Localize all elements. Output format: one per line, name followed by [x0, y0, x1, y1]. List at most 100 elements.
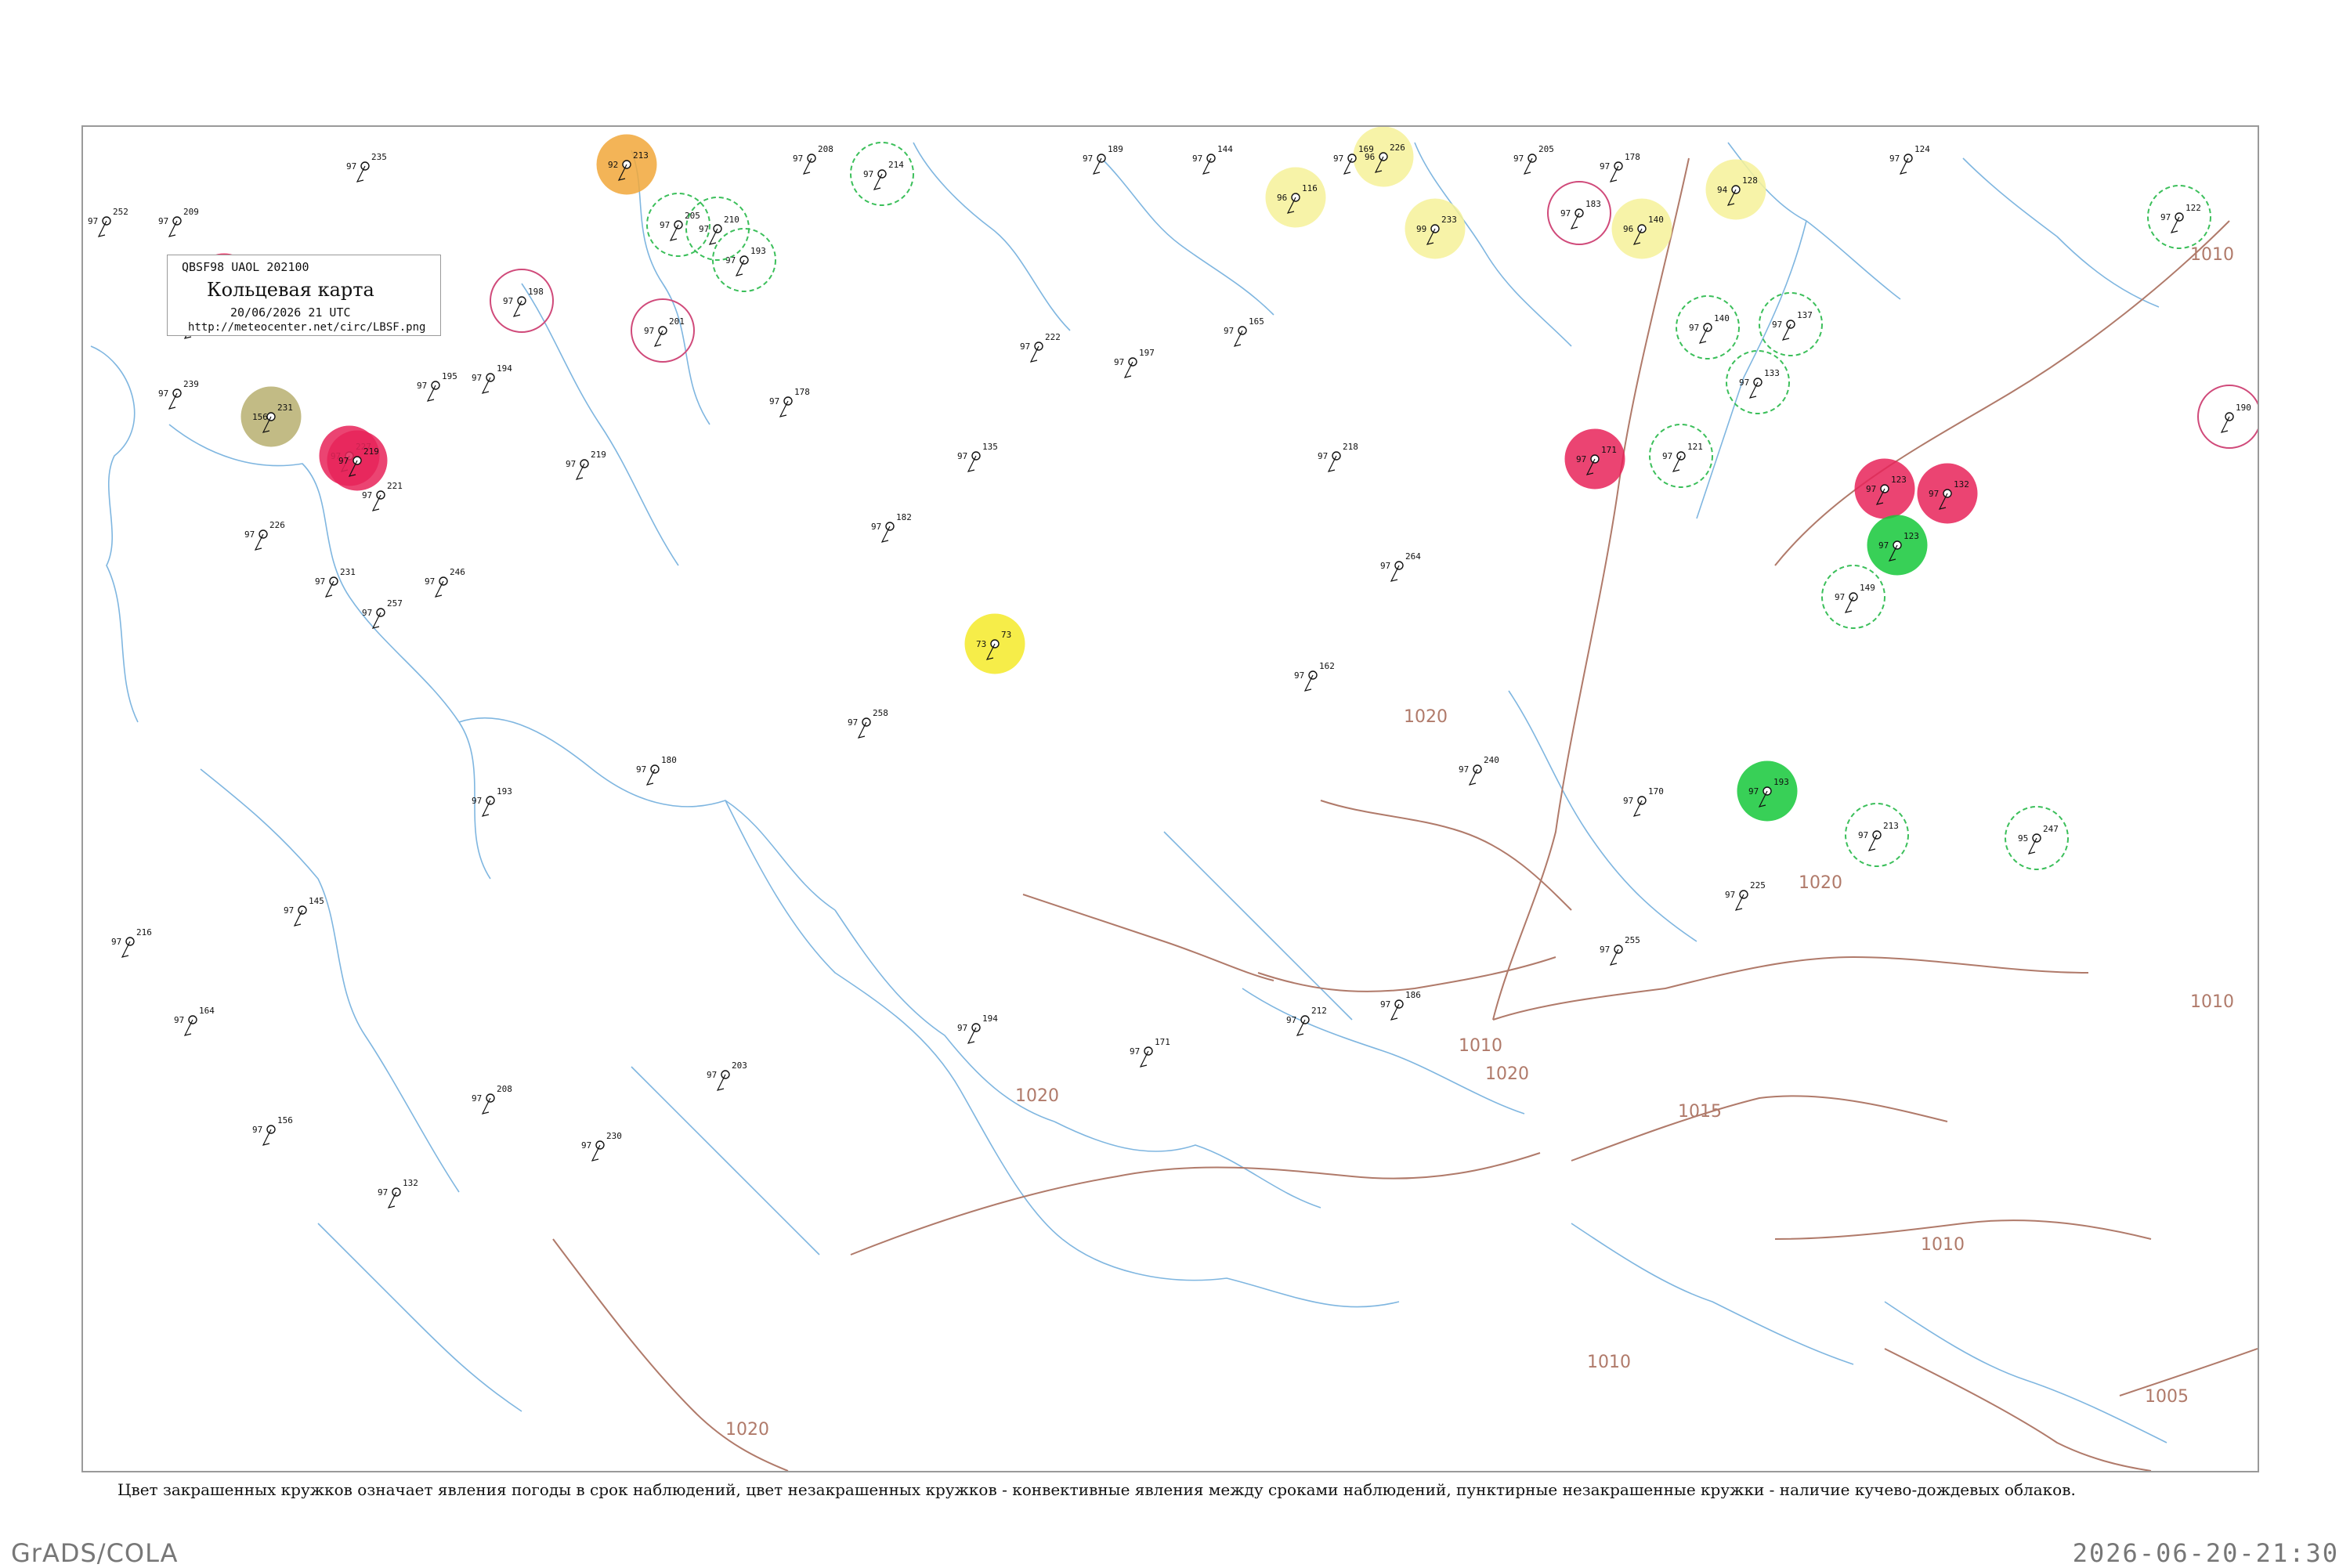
station-plot[interactable]: 264 97	[1380, 551, 1421, 582]
wind-barb-icon	[1139, 1050, 1149, 1068]
station-plot[interactable]: 122 97	[2147, 185, 2211, 249]
station-plot[interactable]: 162 97	[1294, 661, 1335, 692]
station-plot[interactable]: 231 97	[315, 567, 356, 598]
wind-barb-icon	[254, 533, 264, 551]
station-value: 97	[1623, 796, 1633, 806]
isobar-label: 1010	[1921, 1235, 1965, 1255]
station-plot[interactable]: 19397	[1737, 761, 1798, 822]
station-plot[interactable]: 180 97	[636, 755, 677, 786]
station-value: 97	[1739, 378, 1749, 388]
station-plot[interactable]: 156 97	[252, 1115, 293, 1146]
isobar-label: 1010	[1587, 1353, 1631, 1372]
station-plot[interactable]: 144 97	[1192, 144, 1233, 175]
station-plot[interactable]: 140 96	[1611, 198, 1672, 259]
wind-barb-icon	[779, 400, 789, 417]
source-url[interactable]: http://meteocenter.net/circ/LBSF.png	[188, 321, 425, 334]
station-plot[interactable]: 213 97	[1845, 803, 1909, 867]
station-plot[interactable]: 195 97	[417, 371, 457, 402]
station-plot[interactable]: 140 97	[1676, 295, 1740, 359]
station-plot[interactable]: 201 97	[631, 298, 695, 363]
wind-barb-icon	[356, 165, 366, 182]
station-plot[interactable]: 128 94	[1705, 159, 1766, 220]
station-plot[interactable]: 226 97	[244, 520, 285, 551]
legend-caption: Цвет закрашенных кружков означает явлени…	[118, 1480, 2076, 1499]
station-plot[interactable]: 171 97	[1130, 1037, 1170, 1068]
station-plot[interactable]: 132 97	[378, 1178, 418, 1209]
station-plot[interactable]: 222 97	[1020, 332, 1061, 363]
station-plot[interactable]: 121 97	[1649, 424, 1713, 488]
pressure-value: 132	[1954, 479, 1969, 490]
station-plot[interactable]: 203 97	[707, 1060, 747, 1091]
station-plot[interactable]: 132 97	[1917, 463, 1978, 524]
station-plot[interactable]: 205 97	[1513, 144, 1554, 175]
station-plot[interactable]: 208 97	[472, 1084, 512, 1115]
station-plot[interactable]: 135 97	[957, 442, 998, 472]
station-plot[interactable]: 124 97	[1889, 144, 1930, 175]
station-plot[interactable]: 186 97	[1380, 990, 1421, 1021]
station-plot[interactable]: 219 97	[327, 430, 388, 491]
station-plot[interactable]: 19397	[472, 786, 512, 817]
station-plot[interactable]: 225 97	[1725, 880, 1766, 911]
station-plot[interactable]: 164 97	[174, 1006, 215, 1036]
wind-barb-icon	[1609, 948, 1619, 966]
wind-barb-icon	[371, 494, 381, 511]
station-value: 97	[158, 216, 168, 226]
station-plot[interactable]: 258 97	[848, 708, 888, 739]
station-plot[interactable]: 197 97	[1114, 348, 1155, 378]
station-plot[interactable]: 212 97	[1286, 1006, 1327, 1036]
station-plot[interactable]: 216 97	[111, 927, 152, 958]
station-plot[interactable]: 219 97	[566, 450, 606, 480]
station-value: 97	[1878, 540, 1889, 551]
station-plot[interactable]: 252 97	[88, 207, 128, 237]
station-plot[interactable]: 257 97	[362, 598, 403, 629]
station-plot[interactable]: 182 97	[871, 512, 912, 543]
station-plot[interactable]: 240 97	[1459, 755, 1499, 786]
station-plot[interactable]: 246 97	[425, 567, 465, 598]
station-value: 97	[644, 326, 654, 336]
station-plot[interactable]: 235 97	[346, 152, 387, 182]
station-plot[interactable]: 165 97	[1224, 316, 1264, 347]
station-plot[interactable]: 231 156	[240, 386, 302, 447]
station-value: 96	[1623, 224, 1633, 234]
station-plot[interactable]: 209 97	[158, 207, 199, 237]
station-plot[interactable]: 183 97	[1547, 181, 1611, 245]
station-plot[interactable]: 247 95	[2005, 806, 2069, 870]
station-plot[interactable]: 123 97	[1854, 458, 1915, 519]
station-plot[interactable]: 19397	[712, 228, 776, 292]
wind-barb-icon	[97, 220, 107, 237]
station-value: 97	[566, 459, 576, 469]
station-plot[interactable]: 194 97	[957, 1013, 998, 1044]
station-plot[interactable]: 145 97	[284, 896, 324, 927]
station-plot[interactable]: 123 97	[1867, 515, 1928, 576]
station-plot[interactable]: 149 97	[1821, 565, 1885, 629]
pressure-value: 171	[1601, 445, 1617, 455]
station-plot[interactable]: 213 92	[596, 134, 657, 195]
wind-barb-icon	[1303, 674, 1314, 692]
station-plot[interactable]: 133 97	[1726, 350, 1790, 414]
station-plot[interactable]: 239 97	[158, 379, 199, 410]
pressure-value: 231	[340, 567, 356, 577]
station-plot[interactable]: 178 97	[1600, 152, 1640, 182]
station-plot[interactable]: 214 97	[850, 142, 914, 206]
station-plot[interactable]: 170 97	[1623, 786, 1664, 817]
station-plot[interactable]: 208 97	[793, 144, 833, 175]
station-plot[interactable]: 116 96	[1265, 167, 1326, 228]
station-plot[interactable]: 233 99	[1405, 198, 1466, 259]
wind-barb-icon	[434, 580, 444, 598]
station-value: 97	[1858, 830, 1868, 840]
station-plot[interactable]: 73 73	[964, 613, 1025, 674]
station-plot[interactable]: 198 97	[490, 269, 554, 333]
station-plot[interactable]: 189 97	[1083, 144, 1123, 175]
pressure-value: 205	[1538, 144, 1554, 154]
pressure-value: 116	[1302, 183, 1318, 193]
station-plot[interactable]: 178 97	[769, 387, 810, 417]
wind-barb-icon	[1734, 894, 1744, 911]
station-plot[interactable]: 230 97	[581, 1131, 622, 1162]
station-plot[interactable]: 171 97	[1564, 428, 1625, 490]
station-plot[interactable]: 190	[2197, 385, 2258, 449]
station-plot[interactable]: 255 97	[1600, 935, 1640, 966]
station-plot[interactable]: 194 97	[472, 363, 512, 394]
station-plot[interactable]: 218 97	[1318, 442, 1358, 472]
wind-barb-icon	[293, 909, 303, 927]
station-plot[interactable]: 22696	[1353, 127, 1414, 187]
